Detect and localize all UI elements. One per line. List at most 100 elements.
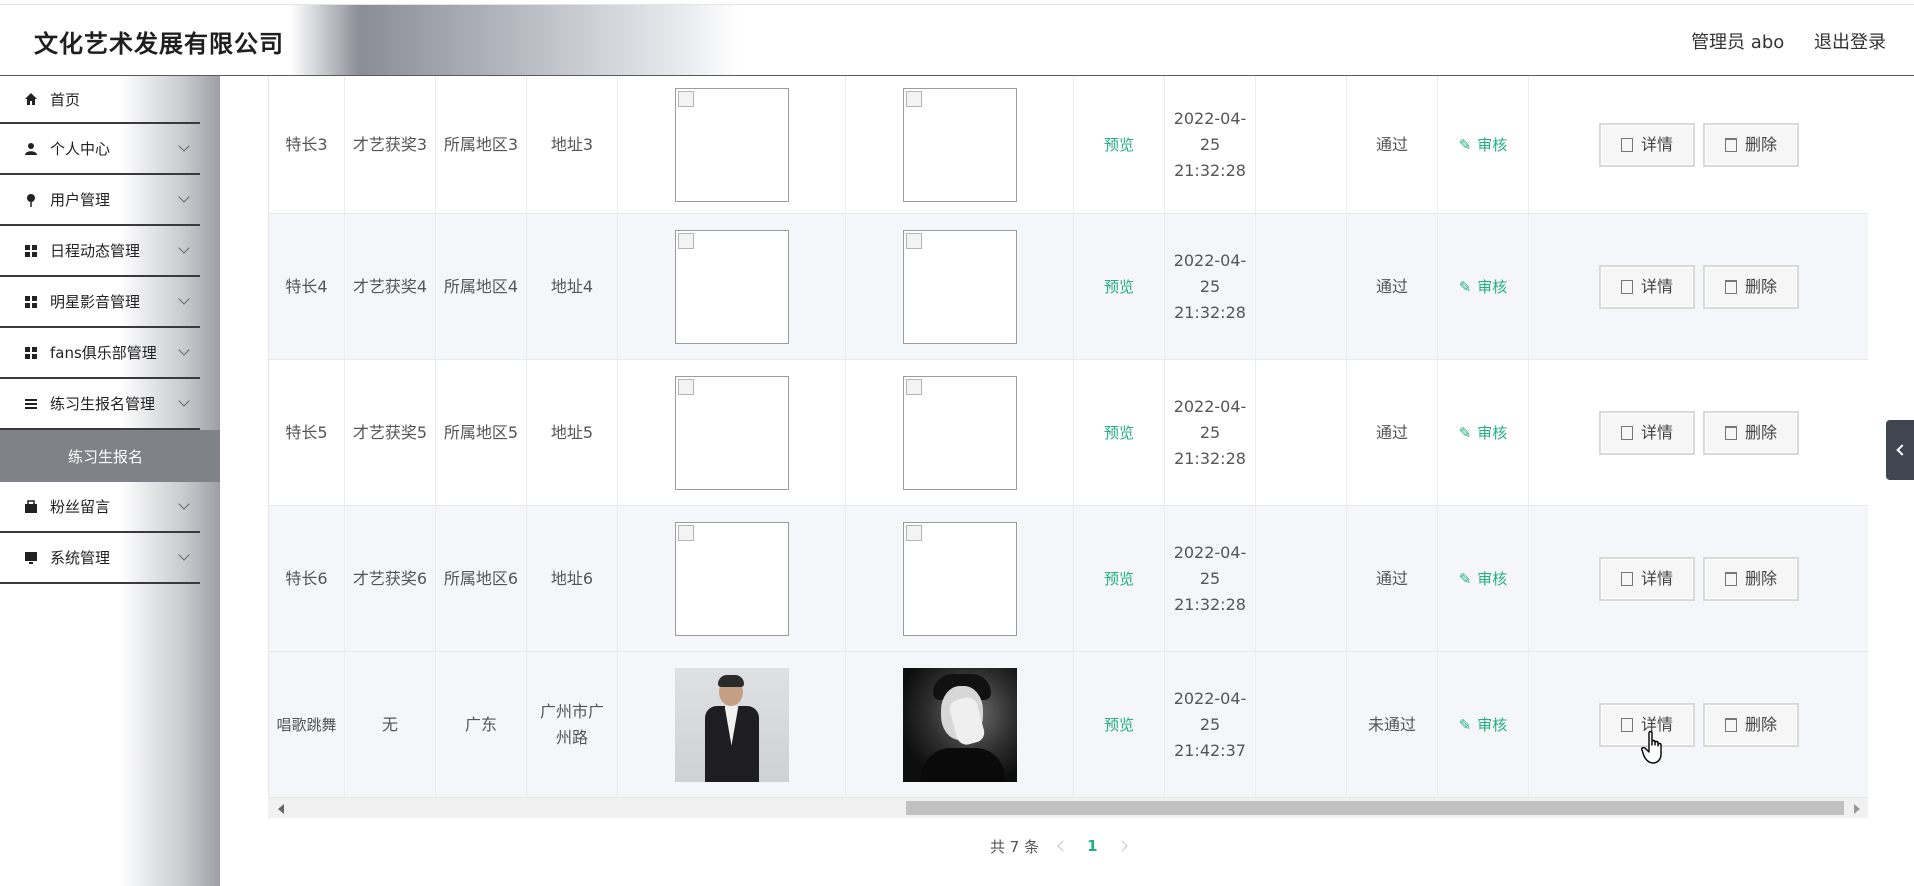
detail-label: 详情 [1640,134,1673,154]
chevron-down-icon [178,242,190,254]
sidebar-item-schedule-management[interactable]: 日程动态管理 [0,226,200,277]
preview-link[interactable]: 预览 [1104,712,1134,738]
detail-button[interactable]: 详情 [1599,556,1695,601]
audit-link[interactable]: ✎ 审核 [1459,274,1508,300]
talent-cell: 特长5 [269,360,345,505]
chevron-down-icon [178,140,190,152]
delete-button[interactable]: 删除 [1703,556,1799,601]
chevron-down-icon [178,344,190,356]
sidebar-item-fans-club-management[interactable]: fans俱乐部管理 [0,328,200,379]
page-number[interactable]: 1 [1087,837,1097,855]
top-header: 文化艺术发展有限公司 管理员 abo 退出登录 [0,0,1914,76]
edit-pen-icon: ✎ [1458,423,1472,442]
actions-cell: 详情 删除 [1529,76,1868,213]
sidebar-item-user-management[interactable]: 用户管理 [0,175,200,226]
broken-image-icon [677,524,694,541]
sidebar-item-trainee-signup-management[interactable]: 练习生报名管理 [0,379,200,430]
document-icon [1620,571,1633,586]
photo-cell [618,214,846,359]
audit-label: 审核 [1477,135,1508,154]
talent-cell: 特长4 [269,214,345,359]
preview-link[interactable]: 预览 [1104,566,1134,592]
sidebar-item-system-management[interactable]: 系统管理 [0,533,200,584]
time-cell: 2022-04-25 21:32:28 [1165,76,1256,213]
scrollbar-thumb[interactable] [906,801,1844,815]
trash-icon [1724,425,1737,440]
horizontal-scrollbar[interactable] [268,798,1868,818]
empty-cell [1256,506,1347,651]
home-icon [24,92,38,106]
list-icon [24,397,38,411]
photo-cell [846,76,1074,213]
prev-page-icon[interactable] [1057,840,1069,852]
edit-pen-icon: ✎ [1458,277,1472,296]
edit-pen-icon: ✎ [1458,135,1472,154]
delete-button[interactable]: 删除 [1703,264,1799,309]
preview-link[interactable]: 预览 [1104,132,1134,158]
photo-cell [846,652,1074,797]
preview-link[interactable]: 预览 [1104,274,1134,300]
delete-label: 删除 [1744,714,1777,734]
table-row: 特长3 才艺获奖3 所属地区3 地址3 预览 2022-04-25 21:32:… [269,76,1868,214]
scroll-left-arrow-icon[interactable] [278,804,284,814]
pin-icon [24,193,38,207]
sidebar-item-home[interactable]: 首页 [0,76,200,124]
audit-link[interactable]: ✎ 审核 [1459,566,1508,592]
broken-image [902,229,1017,344]
audit-link[interactable]: ✎ 审核 [1459,712,1508,738]
broken-image-icon [677,378,694,395]
delete-button[interactable]: 删除 [1703,410,1799,455]
status-cell: 通过 [1347,360,1438,505]
delete-button[interactable]: 删除 [1703,122,1799,167]
detail-button[interactable]: 详情 [1599,264,1695,309]
empty-cell [1256,360,1347,505]
sidebar-item-personal-center[interactable]: 个人中心 [0,124,200,175]
sidebar-item-label: 系统管理 [50,549,111,567]
region-cell: 所属地区5 [436,360,527,505]
status-cell: 通过 [1347,76,1438,213]
broken-image [674,521,789,636]
header-top-line [0,0,1914,5]
audit-link[interactable]: ✎ 审核 [1459,420,1508,446]
audit-cell: ✎ 审核 [1438,506,1529,651]
empty-cell [1256,214,1347,359]
pagination: 共 7 条 1 [990,834,1128,858]
actions-cell: 详情 删除 [1529,360,1868,505]
talent-cell: 唱歌跳舞 [269,652,345,797]
preview-link[interactable]: 预览 [1104,420,1134,446]
briefcase-icon [24,499,38,514]
delete-button[interactable]: 删除 [1703,702,1799,747]
sidebar-item-star-media-management[interactable]: 明星影音管理 [0,277,200,328]
next-page-icon[interactable] [1115,840,1128,852]
chevron-down-icon [178,191,190,203]
audit-link[interactable]: ✎ 审核 [1459,132,1508,158]
audit-cell: ✎ 审核 [1438,652,1529,797]
address-cell: 地址4 [527,214,618,359]
broken-image-icon [905,378,922,395]
empty-cell [1256,76,1347,213]
sidebar-item-label: 练习生报名管理 [50,395,156,413]
sidebar-item-label: 用户管理 [50,191,111,209]
logout-link[interactable]: 退出登录 [1814,32,1886,53]
chevron-down-icon [178,549,190,561]
detail-button[interactable]: 详情 [1599,122,1695,167]
audit-cell: ✎ 审核 [1438,360,1529,505]
time-cell: 2022-04-25 21:42:37 [1165,652,1256,797]
broken-image [674,87,789,202]
broken-image [902,375,1017,490]
preview-cell: 预览 [1074,76,1165,213]
sidebar-subitem-trainee-signup[interactable]: 练习生报名 [0,430,220,482]
table-row: 特长4 才艺获奖4 所属地区4 地址4 预览 2022-04-25 21:32:… [269,214,1868,360]
current-user-label: 管理员 abo [1691,32,1785,53]
sidebar-item-label: 首页 [50,90,81,109]
scroll-right-arrow-icon[interactable] [1854,804,1860,814]
detail-button[interactable]: 详情 [1599,410,1695,455]
sidebar-item-fan-messages[interactable]: 粉丝留言 [0,482,200,533]
grid-icon [24,244,38,258]
monitor-icon [24,551,38,565]
side-panel-toggle[interactable] [1886,420,1914,480]
document-icon [1620,425,1633,440]
audit-label: 审核 [1477,569,1508,588]
grid-icon [24,295,38,309]
photo-cell [618,506,846,651]
